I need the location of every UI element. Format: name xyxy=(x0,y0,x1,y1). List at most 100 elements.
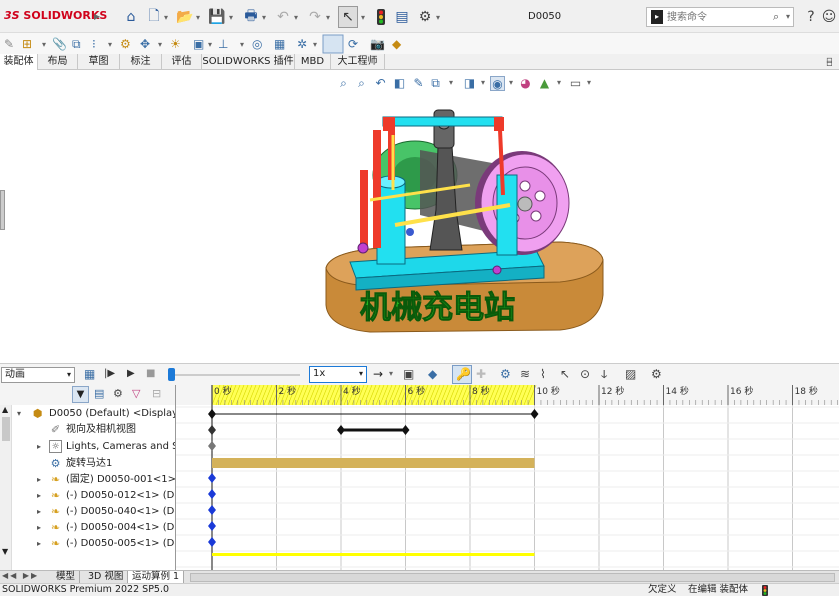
chevron-down-icon[interactable]: ▾ xyxy=(164,13,168,22)
exploded-view-icon[interactable]: ✲ xyxy=(297,37,307,51)
tab-assembly[interactable]: 装配体 xyxy=(0,54,38,70)
new-motion-study-icon[interactable]: ◎ xyxy=(252,37,262,51)
view-orientation-icon[interactable]: ⧉ xyxy=(428,76,443,91)
spring-icon[interactable]: ≋ xyxy=(520,367,530,381)
chevron-down-icon[interactable]: ▾ xyxy=(294,13,298,22)
filter-selected-icon[interactable]: ⚙ xyxy=(113,387,123,400)
zoom-area-icon[interactable]: ⌕ xyxy=(354,76,369,91)
large-assembly-icon[interactable]: ◆ xyxy=(392,37,402,51)
open-folder-icon[interactable]: 📂 xyxy=(176,8,194,26)
smart-fasteners-icon[interactable]: ⚙ xyxy=(120,37,131,51)
tree-expander[interactable]: ▸ xyxy=(37,504,41,520)
tree-item-motor[interactable]: ⚙ 旋转马达1 xyxy=(0,456,175,472)
chevron-down-icon[interactable]: ▾ xyxy=(436,13,440,22)
calculate-icon[interactable]: ▦ xyxy=(84,367,95,381)
filter-animated-icon[interactable]: ▼ xyxy=(72,386,89,403)
chevron-down-icon[interactable]: ▾ xyxy=(389,369,393,378)
play-icon[interactable]: ▶ xyxy=(127,368,135,379)
chevron-down-icon[interactable]: ▾ xyxy=(587,78,591,87)
motion-timeline[interactable]: 0 秒 2 秒 4 秒 6 秒 8 秒 10 秒 12 秒 14 秒 16 秒 18 秒 xyxy=(175,385,839,570)
tree-item-part[interactable]: ▸ ❧ (-) D0050-005<1> (Defa xyxy=(0,536,175,552)
horizontal-scrollbar[interactable] xyxy=(190,573,835,582)
collapse-all-icon[interactable]: ⊟ xyxy=(152,387,161,400)
chevron-down-icon[interactable]: ▾ xyxy=(361,13,365,22)
tree-expander[interactable]: ▸ xyxy=(37,536,41,552)
side-panel-toggle[interactable] xyxy=(0,190,5,230)
motion-properties-icon[interactable]: ⚙ xyxy=(651,367,662,381)
force-icon[interactable]: ↖ xyxy=(560,367,570,381)
home-icon[interactable]: ⌂ xyxy=(122,8,140,26)
playback-mode-icon[interactable]: → xyxy=(373,367,383,381)
stop-icon[interactable]: ■ xyxy=(146,368,155,379)
redo-icon[interactable]: ↷ xyxy=(306,8,324,26)
search-icon[interactable]: ⌕ xyxy=(773,10,779,24)
apply-scene-icon[interactable]: ▲ xyxy=(537,76,552,91)
edit-appearance-icon[interactable]: ◕ xyxy=(518,76,533,91)
animation-wizard-icon[interactable]: ◆ xyxy=(428,367,437,381)
chevron-down-icon[interactable]: ▾ xyxy=(196,13,200,22)
undo-icon[interactable]: ↶ xyxy=(274,8,292,26)
move-component-icon[interactable]: ✥ xyxy=(140,37,150,51)
tree-expander[interactable]: ▸ xyxy=(37,488,41,504)
help-icon[interactable]: ? xyxy=(802,8,820,26)
tab-evaluate[interactable]: 评估 xyxy=(162,54,202,70)
select-pointer-icon[interactable]: ↖ xyxy=(338,6,358,28)
previous-view-icon[interactable]: ↶ xyxy=(373,76,388,91)
tree-expander[interactable]: ▸ xyxy=(37,472,41,488)
take-snapshot-icon[interactable]: 📷 xyxy=(370,37,385,51)
add-key-icon[interactable]: ✚ xyxy=(476,367,486,381)
tree-item-lights[interactable]: ▸ ☼ Lights, Cameras and Sce xyxy=(0,439,175,455)
user-icon[interactable]: ☺ xyxy=(820,8,838,26)
motor-icon[interactable]: ⚙ xyxy=(500,367,511,381)
update-speedpak-icon[interactable]: ⟳ xyxy=(348,37,358,51)
bill-of-materials-icon[interactable]: ▦ xyxy=(274,37,285,51)
chevron-down-icon[interactable]: ▾ xyxy=(262,13,266,22)
chevron-down-icon[interactable]: ▾ xyxy=(449,78,453,87)
linear-pattern-icon[interactable]: ⁝ xyxy=(92,37,96,51)
chevron-down-icon[interactable]: ▾ xyxy=(229,13,233,22)
play-from-start-icon[interactable]: |▶ xyxy=(104,368,115,379)
tree-item-assembly[interactable]: ▾ ⬢ D0050 (Default) <Display Sta xyxy=(0,406,175,422)
display-style-icon[interactable]: ◨ xyxy=(462,76,477,91)
rebuild-status-icon[interactable] xyxy=(762,585,768,600)
filter-results-icon[interactable]: ▽ xyxy=(132,387,140,400)
view-settings-icon[interactable]: ▭ xyxy=(568,76,583,91)
hide-show-items-icon[interactable]: ◉ xyxy=(490,76,505,91)
print-icon[interactable]: 🖶 xyxy=(242,8,260,26)
search-box[interactable]: ▸ ⌕ ▾ xyxy=(646,7,794,27)
tab-big-engineer[interactable]: 大工程师 xyxy=(331,54,385,70)
tree-item-part[interactable]: ▸ ❧ (-) D0050-012<1> (Defa xyxy=(0,488,175,504)
chevron-down-icon[interactable]: ▾ xyxy=(786,12,790,21)
tab-markup[interactable]: 标注 xyxy=(120,54,162,70)
traffic-light-icon[interactable] xyxy=(372,8,390,26)
tree-expander[interactable]: ▸ xyxy=(37,520,41,536)
playback-slider-track[interactable] xyxy=(170,374,300,376)
tab-mbd[interactable]: MBD xyxy=(295,54,331,70)
chevron-down-icon[interactable]: ▾ xyxy=(557,78,561,87)
solidworks-logo[interactable]: 3S SOLIDWORKS xyxy=(4,9,107,22)
gravity-icon[interactable]: ↆ xyxy=(601,367,607,382)
reference-geometry-icon[interactable]: ⊥ xyxy=(218,37,228,51)
tree-item-part[interactable]: ▸ ❧ (固定) D0050-001<1> (D xyxy=(0,472,175,488)
assembly-features-icon[interactable]: ▣ xyxy=(193,37,204,51)
playback-slider-handle[interactable] xyxy=(168,368,175,381)
search-input[interactable] xyxy=(667,9,772,25)
chevron-down-icon[interactable]: ▾ xyxy=(509,78,513,87)
tree-item-camera[interactable]: ✐ 视向及相机视图 xyxy=(0,422,175,438)
save-icon[interactable]: 💾 xyxy=(208,8,226,26)
dynamic-annotation-icon[interactable]: ✎ xyxy=(411,76,426,91)
tree-expander[interactable]: ▾ xyxy=(17,406,21,422)
tab-layout[interactable]: 布局 xyxy=(38,54,78,70)
file-properties-icon[interactable]: ▤ xyxy=(393,8,411,26)
component-preview-icon[interactable]: ⧉ xyxy=(72,37,81,51)
chevron-down-icon[interactable]: ▾ xyxy=(481,78,485,87)
contact-icon[interactable]: ⊙ xyxy=(580,367,590,381)
tree-expander[interactable]: ▸ xyxy=(37,439,41,455)
mate-icon[interactable]: 📎 xyxy=(52,36,67,51)
restore-panel-icon[interactable]: ▫ xyxy=(826,58,833,69)
menu-expand-arrow[interactable]: ▶ xyxy=(94,12,100,21)
chevron-down-icon[interactable]: ▾ xyxy=(326,13,330,22)
show-hidden-icon[interactable]: ☀ xyxy=(170,37,181,51)
zoom-to-fit-icon[interactable]: ⌕ xyxy=(336,76,351,91)
tree-item-part[interactable]: ▸ ❧ (-) D0050-004<1> (Defa xyxy=(0,520,175,536)
